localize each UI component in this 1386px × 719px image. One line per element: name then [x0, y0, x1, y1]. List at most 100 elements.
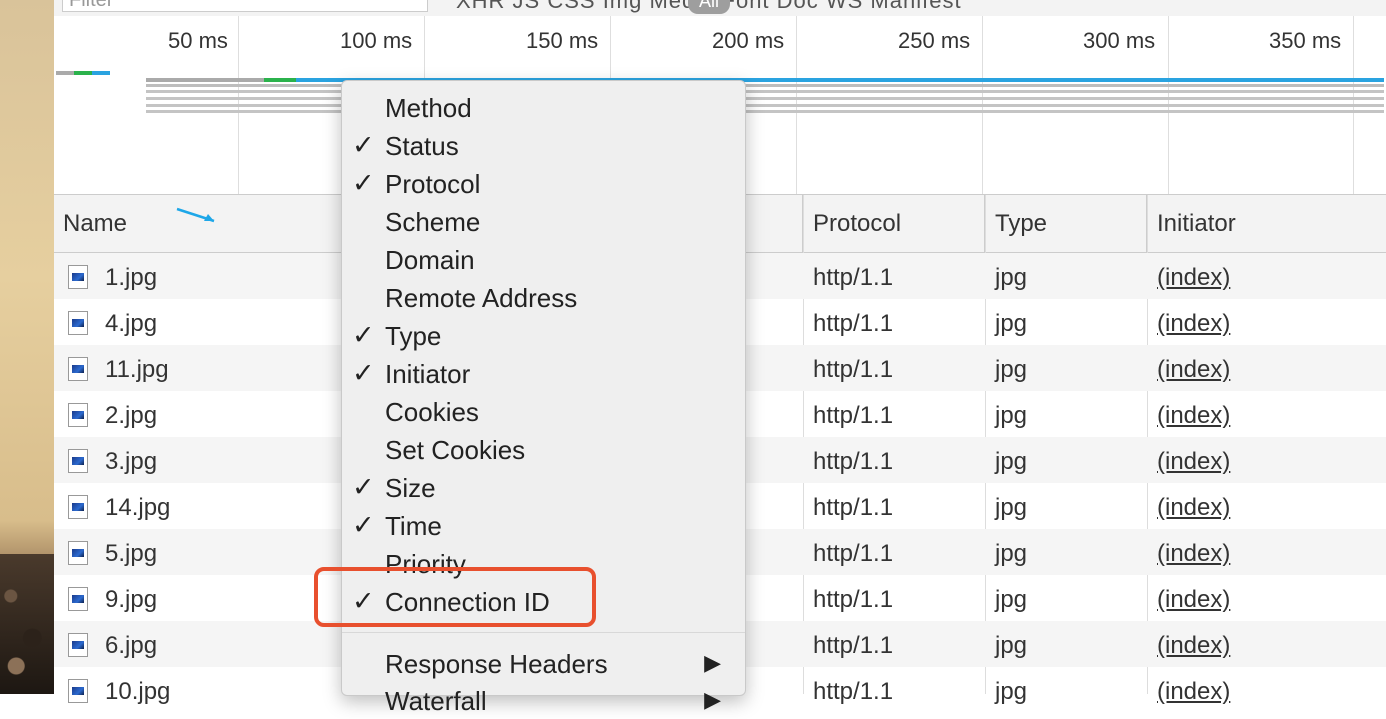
menu-item-label: Type — [385, 321, 442, 351]
column-header-protocol[interactable]: Protocol — [804, 195, 985, 252]
checkmark-icon: ✓ — [352, 130, 375, 160]
request-protocol: http/1.1 — [813, 356, 894, 383]
menu-item-response-headers[interactable]: Response Headers ▶ — [342, 644, 745, 682]
request-type: jpg — [995, 586, 1028, 613]
waterfall-bar — [146, 90, 1384, 93]
request-protocol: http/1.1 — [813, 540, 894, 567]
request-protocol: http/1.1 — [813, 586, 894, 613]
request-name: 9.jpg — [105, 586, 158, 613]
column-header-initiator[interactable]: Initiator — [1148, 195, 1386, 252]
checkmark-icon: ✓ — [352, 472, 375, 502]
initiator-link[interactable]: (index) — [1157, 621, 1230, 667]
image-file-icon — [68, 587, 88, 611]
menu-item-set-cookies[interactable]: Set Cookies — [342, 430, 745, 468]
menu-item-protocol[interactable]: ✓ Protocol — [342, 164, 745, 202]
desktop-rock-image — [0, 554, 54, 694]
desktop-background — [0, 0, 54, 694]
menu-item-domain[interactable]: Domain — [342, 240, 745, 278]
checkmark-icon: ✓ — [352, 510, 375, 540]
menu-item-label: Status — [385, 131, 459, 161]
menu-item-label: Response Headers — [385, 649, 608, 679]
waterfall-bar — [146, 78, 264, 82]
menu-item-label: Scheme — [385, 207, 481, 237]
waterfall-bar — [146, 110, 1384, 113]
request-name: 11.jpg — [105, 356, 169, 383]
initiator-link[interactable]: (index) — [1157, 437, 1230, 483]
menu-item-label: Domain — [385, 245, 475, 275]
filter-bar: Filter XHR JS CSS Img Media Font Doc WS … — [54, 0, 1386, 17]
initiator-link[interactable]: (index) — [1157, 345, 1230, 391]
request-protocol: http/1.1 — [813, 678, 894, 705]
menu-item-scheme[interactable]: Scheme — [342, 202, 745, 240]
request-name: 10.jpg — [105, 678, 171, 705]
image-file-icon — [68, 357, 88, 381]
submenu-arrow-icon: ▶ — [704, 687, 721, 712]
request-protocol: http/1.1 — [813, 448, 894, 475]
arrow-annotation-icon — [176, 207, 215, 223]
menu-item-time[interactable]: ✓ Time — [342, 506, 745, 544]
menu-item-type[interactable]: ✓ Type — [342, 316, 745, 354]
initiator-link[interactable]: (index) — [1157, 529, 1230, 575]
menu-item-label: Waterfall — [385, 686, 487, 716]
image-file-icon — [68, 403, 88, 427]
initiator-link[interactable]: (index) — [1157, 483, 1230, 529]
menu-item-status[interactable]: ✓ Status — [342, 126, 745, 164]
timeline-tick-label: 50 ms — [168, 28, 228, 53]
filter-input[interactable]: Filter — [62, 0, 428, 12]
submenu-arrow-icon: ▶ — [704, 650, 721, 675]
image-file-icon — [68, 449, 88, 473]
timeline-tick-label: 300 ms — [1083, 28, 1156, 53]
request-type: jpg — [995, 494, 1028, 521]
menu-item-label: Method — [385, 93, 472, 123]
timeline-tick-label: 100 ms — [340, 28, 413, 53]
initiator-link[interactable]: (index) — [1157, 253, 1230, 299]
initiator-link[interactable]: (index) — [1157, 667, 1230, 713]
image-file-icon — [68, 541, 88, 565]
request-type: jpg — [995, 356, 1028, 383]
request-protocol: http/1.1 — [813, 310, 894, 337]
menu-item-label: Initiator — [385, 359, 471, 389]
menu-item-label: Time — [385, 511, 442, 541]
image-file-icon — [68, 633, 88, 657]
menu-item-label: Protocol — [385, 169, 481, 199]
initiator-link[interactable]: (index) — [1157, 575, 1230, 621]
request-type: jpg — [995, 402, 1028, 429]
request-protocol: http/1.1 — [813, 632, 894, 659]
request-name: 1.jpg — [105, 264, 158, 291]
request-name: 2.jpg — [105, 402, 158, 429]
request-name: 5.jpg — [105, 540, 158, 567]
waterfall-bar — [146, 97, 1384, 100]
menu-item-method[interactable]: Method — [342, 88, 745, 126]
menu-item-cookies[interactable]: Cookies — [342, 392, 745, 430]
waterfall-bar — [146, 84, 1384, 87]
menu-item-label: Remote Address — [385, 283, 578, 313]
request-protocol: http/1.1 — [813, 402, 894, 429]
highlight-annotation — [314, 567, 596, 627]
timeline-tick-label: 200 ms — [712, 28, 785, 53]
waterfall-bar — [74, 71, 92, 75]
menu-item-initiator[interactable]: ✓ Initiator — [342, 354, 745, 392]
timeline-tick-label: 350 ms — [1269, 28, 1342, 53]
initiator-link[interactable]: (index) — [1157, 391, 1230, 437]
menu-item-waterfall[interactable]: Waterfall ▶ — [342, 681, 745, 719]
request-type: jpg — [995, 678, 1028, 705]
menu-item-remote-address[interactable]: Remote Address — [342, 278, 745, 316]
request-name: 14.jpg — [105, 494, 171, 521]
checkmark-icon: ✓ — [352, 320, 375, 350]
request-type: jpg — [995, 264, 1028, 291]
image-file-icon — [68, 265, 88, 289]
request-protocol: http/1.1 — [813, 264, 894, 291]
column-header-type[interactable]: Type — [986, 195, 1147, 252]
checkmark-icon: ✓ — [352, 168, 375, 198]
image-file-icon — [68, 679, 88, 703]
initiator-link[interactable]: (index) — [1157, 299, 1230, 345]
timeline-tick-label: 250 ms — [898, 28, 971, 53]
waterfall-bar — [92, 71, 110, 75]
menu-item-size[interactable]: ✓ Size — [342, 468, 745, 506]
request-name: 6.jpg — [105, 632, 158, 659]
filter-all-button[interactable]: All — [688, 0, 730, 14]
request-type: jpg — [995, 310, 1028, 337]
request-name: 3.jpg — [105, 448, 158, 475]
menu-item-label: Size — [385, 473, 436, 503]
request-type: jpg — [995, 448, 1028, 475]
